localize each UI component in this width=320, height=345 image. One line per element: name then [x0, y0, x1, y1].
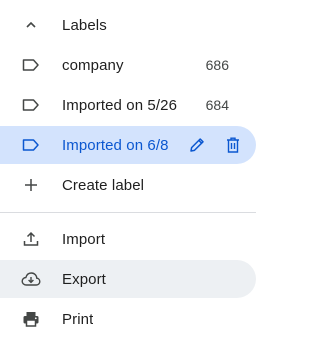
chevron-up-icon[interactable] — [20, 14, 42, 36]
create-label-text: Create label — [62, 176, 145, 194]
print-button[interactable]: Print — [0, 300, 256, 338]
printer-icon — [20, 308, 42, 330]
cloud-download-icon — [20, 268, 42, 290]
label-item-company[interactable]: company 686 — [0, 46, 256, 84]
create-label-button[interactable]: Create label — [0, 166, 256, 204]
label-item-name: company — [62, 56, 124, 74]
export-button[interactable]: Export — [0, 260, 256, 298]
pencil-icon[interactable] — [186, 134, 208, 156]
trash-icon[interactable] — [222, 134, 244, 156]
upload-icon — [20, 228, 42, 250]
labels-section-header[interactable]: Labels — [0, 6, 256, 44]
label-item-imported-6-8[interactable]: Imported on 6/8 — [0, 126, 256, 164]
print-label: Print — [62, 310, 94, 328]
label-item-count: 686 — [205, 57, 229, 73]
section-divider — [0, 212, 256, 213]
import-label: Import — [62, 230, 106, 248]
label-item-name: Imported on 5/26 — [62, 96, 178, 114]
label-item-imported-5-26[interactable]: Imported on 5/26 684 — [0, 86, 256, 124]
label-item-count: 684 — [205, 97, 229, 113]
label-item-name: Imported on 6/8 — [62, 136, 169, 154]
label-tag-icon — [20, 134, 42, 156]
label-tag-icon — [20, 94, 42, 116]
label-tag-icon — [20, 54, 42, 76]
import-button[interactable]: Import — [0, 220, 256, 258]
labels-section-title: Labels — [62, 16, 107, 34]
plus-icon — [20, 174, 42, 196]
export-label: Export — [62, 270, 106, 288]
